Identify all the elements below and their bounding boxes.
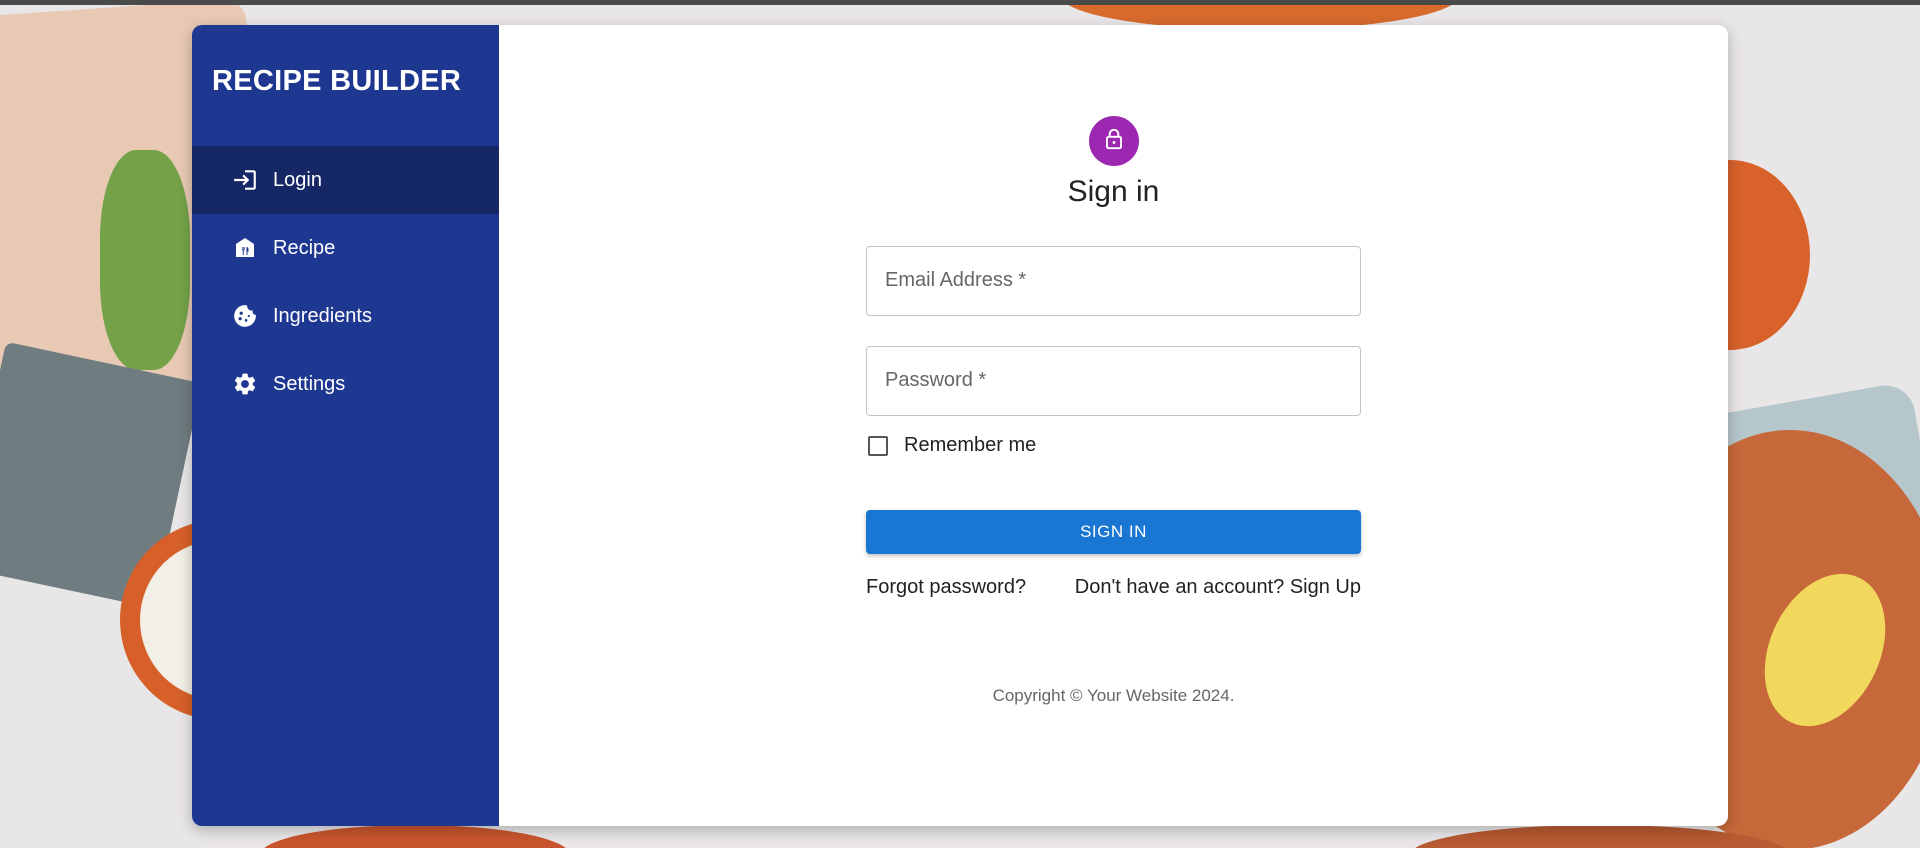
avatar: [1089, 116, 1139, 166]
sidebar-item-login[interactable]: Login: [192, 146, 499, 214]
cookie-icon: [231, 302, 259, 330]
sidebar-nav: Login Recipe Ingredients Settings: [192, 146, 499, 418]
app-card: RECIPE BUILDER Login Recipe Ingredients: [192, 25, 1728, 826]
sign-in-button[interactable]: Sign In: [866, 510, 1361, 554]
email-field[interactable]: Email Address *: [866, 246, 1361, 316]
password-field[interactable]: Password *: [866, 346, 1361, 416]
sidebar-item-ingredients[interactable]: Ingredients: [192, 282, 499, 350]
remember-me-checkbox[interactable]: [868, 435, 888, 456]
brand-title: RECIPE BUILDER: [212, 65, 462, 97]
sidebar-item-recipe[interactable]: Recipe: [192, 214, 499, 282]
remember-me-label: Remember me: [904, 434, 1037, 456]
forgot-password-link[interactable]: Forgot password?: [866, 576, 1026, 599]
recipe-icon: [231, 234, 259, 262]
login-icon: [231, 166, 259, 194]
lock-icon: [1101, 126, 1127, 157]
sidebar-item-label: Recipe: [273, 236, 336, 259]
remember-me-row[interactable]: Remember me: [866, 434, 1036, 457]
sidebar-item-label: Settings: [273, 372, 346, 395]
sidebar: RECIPE BUILDER Login Recipe Ingredients: [192, 25, 499, 826]
sidebar-item-label: Ingredients: [273, 304, 372, 327]
email-input[interactable]: [867, 247, 1360, 315]
sidebar-item-settings[interactable]: Settings: [192, 350, 499, 418]
page-title: Sign in: [1067, 175, 1160, 208]
sign-up-link[interactable]: Don't have an account? Sign Up: [1075, 576, 1361, 599]
top-border: [0, 0, 1920, 5]
password-input[interactable]: [867, 347, 1360, 415]
signin-panel: Sign in Email Address * Password * Remem…: [499, 25, 1728, 826]
copyright-text: Copyright © Your Website 2024.: [992, 686, 1235, 705]
sidebar-item-label: Login: [273, 168, 322, 191]
gear-icon: [231, 370, 259, 398]
